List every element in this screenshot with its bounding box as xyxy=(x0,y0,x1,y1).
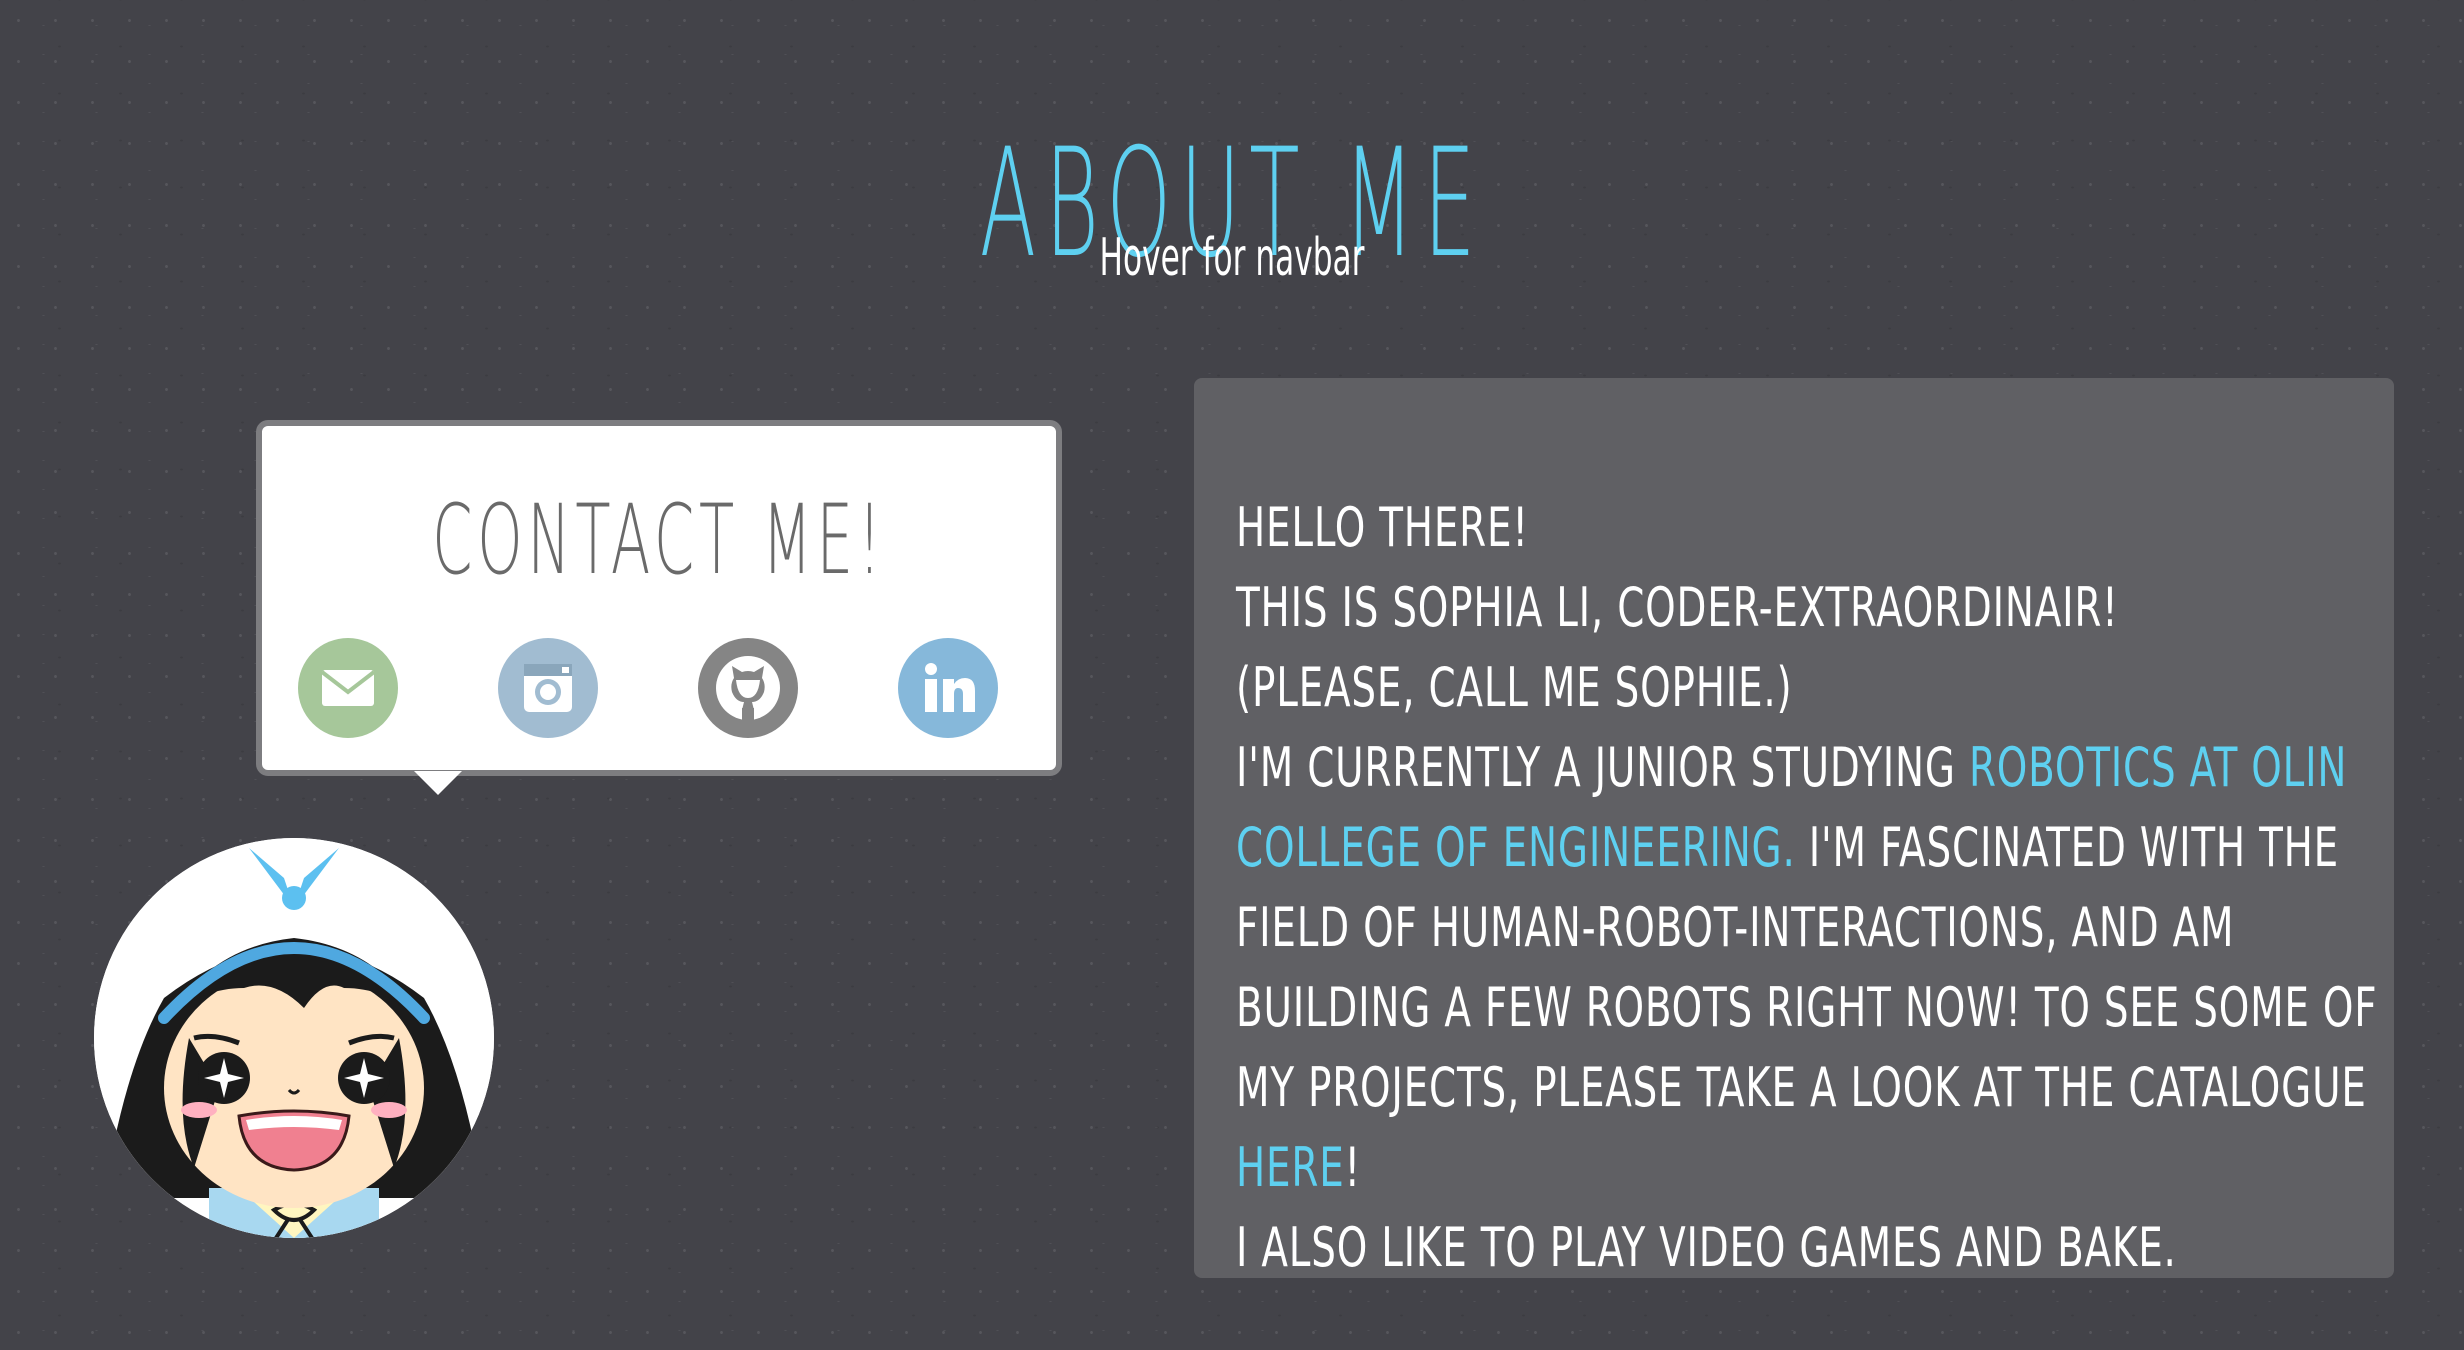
about-text: Hello there! This is Sophia Li, coder-ex… xyxy=(1236,488,2420,1288)
linkedin-icon[interactable] xyxy=(898,638,998,738)
email-icon[interactable] xyxy=(298,638,398,738)
email-glyph xyxy=(320,670,376,706)
navbar-hover-hint[interactable]: Hover for navbar xyxy=(493,232,1971,284)
instagram-icon[interactable] xyxy=(498,638,598,738)
linkedin-glyph xyxy=(925,663,975,712)
study-prefix: I'm currently a junior studying xyxy=(1236,736,1969,799)
contact-card: Contact me! xyxy=(256,420,1062,795)
instagram-glyph xyxy=(524,664,572,712)
catalogue-suffix: ! xyxy=(1344,1136,1361,1199)
avatar-illustration xyxy=(94,838,494,1238)
github-icon[interactable] xyxy=(698,638,798,738)
nickname-text: (Please, call me Sophie.) xyxy=(1236,656,1793,719)
github-glyph xyxy=(716,656,780,720)
hobbies-text: I also like to play video games and bake… xyxy=(1236,1216,2177,1279)
greeting-text: Hello there! xyxy=(1236,496,1529,559)
avatar xyxy=(94,838,494,1238)
about-panel: Hello there! This is Sophia Li, coder-ex… xyxy=(1194,378,2394,1279)
study-paragraph: I'm currently a junior studying Robotics… xyxy=(1236,728,2420,1208)
catalogue-link[interactable]: here xyxy=(1236,1136,1345,1199)
contact-title: Contact me! xyxy=(432,484,886,596)
intro-text: This is Sophia Li, coder-extraordinair! xyxy=(1236,576,2119,639)
